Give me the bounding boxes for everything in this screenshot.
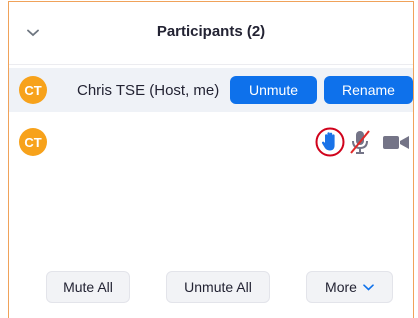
avatar: CT xyxy=(19,76,47,104)
chevron-down-icon xyxy=(363,283,374,291)
participants-panel: Participants (2) CT Chris TSE (Host, me)… xyxy=(8,1,414,318)
raised-hand-icon[interactable] xyxy=(314,126,346,158)
participant-row[interactable]: CT xyxy=(9,120,413,164)
mute-all-button[interactable]: Mute All xyxy=(46,271,130,303)
more-button[interactable]: More xyxy=(306,271,393,303)
rename-button[interactable]: Rename xyxy=(324,76,413,104)
video-camera-icon[interactable] xyxy=(379,132,411,152)
unmute-all-button[interactable]: Unmute All xyxy=(166,271,270,303)
participant-row[interactable]: CT Chris TSE (Host, me) Unmute Rename xyxy=(9,68,413,112)
avatar: CT xyxy=(19,128,47,156)
participant-name: Chris TSE (Host, me) xyxy=(77,82,220,99)
mic-muted-icon[interactable] xyxy=(347,128,373,156)
unmute-button[interactable]: Unmute xyxy=(230,76,317,104)
panel-header: Participants (2) xyxy=(9,2,413,65)
panel-title: Participants (2) xyxy=(156,23,266,40)
more-label: More xyxy=(325,279,357,295)
